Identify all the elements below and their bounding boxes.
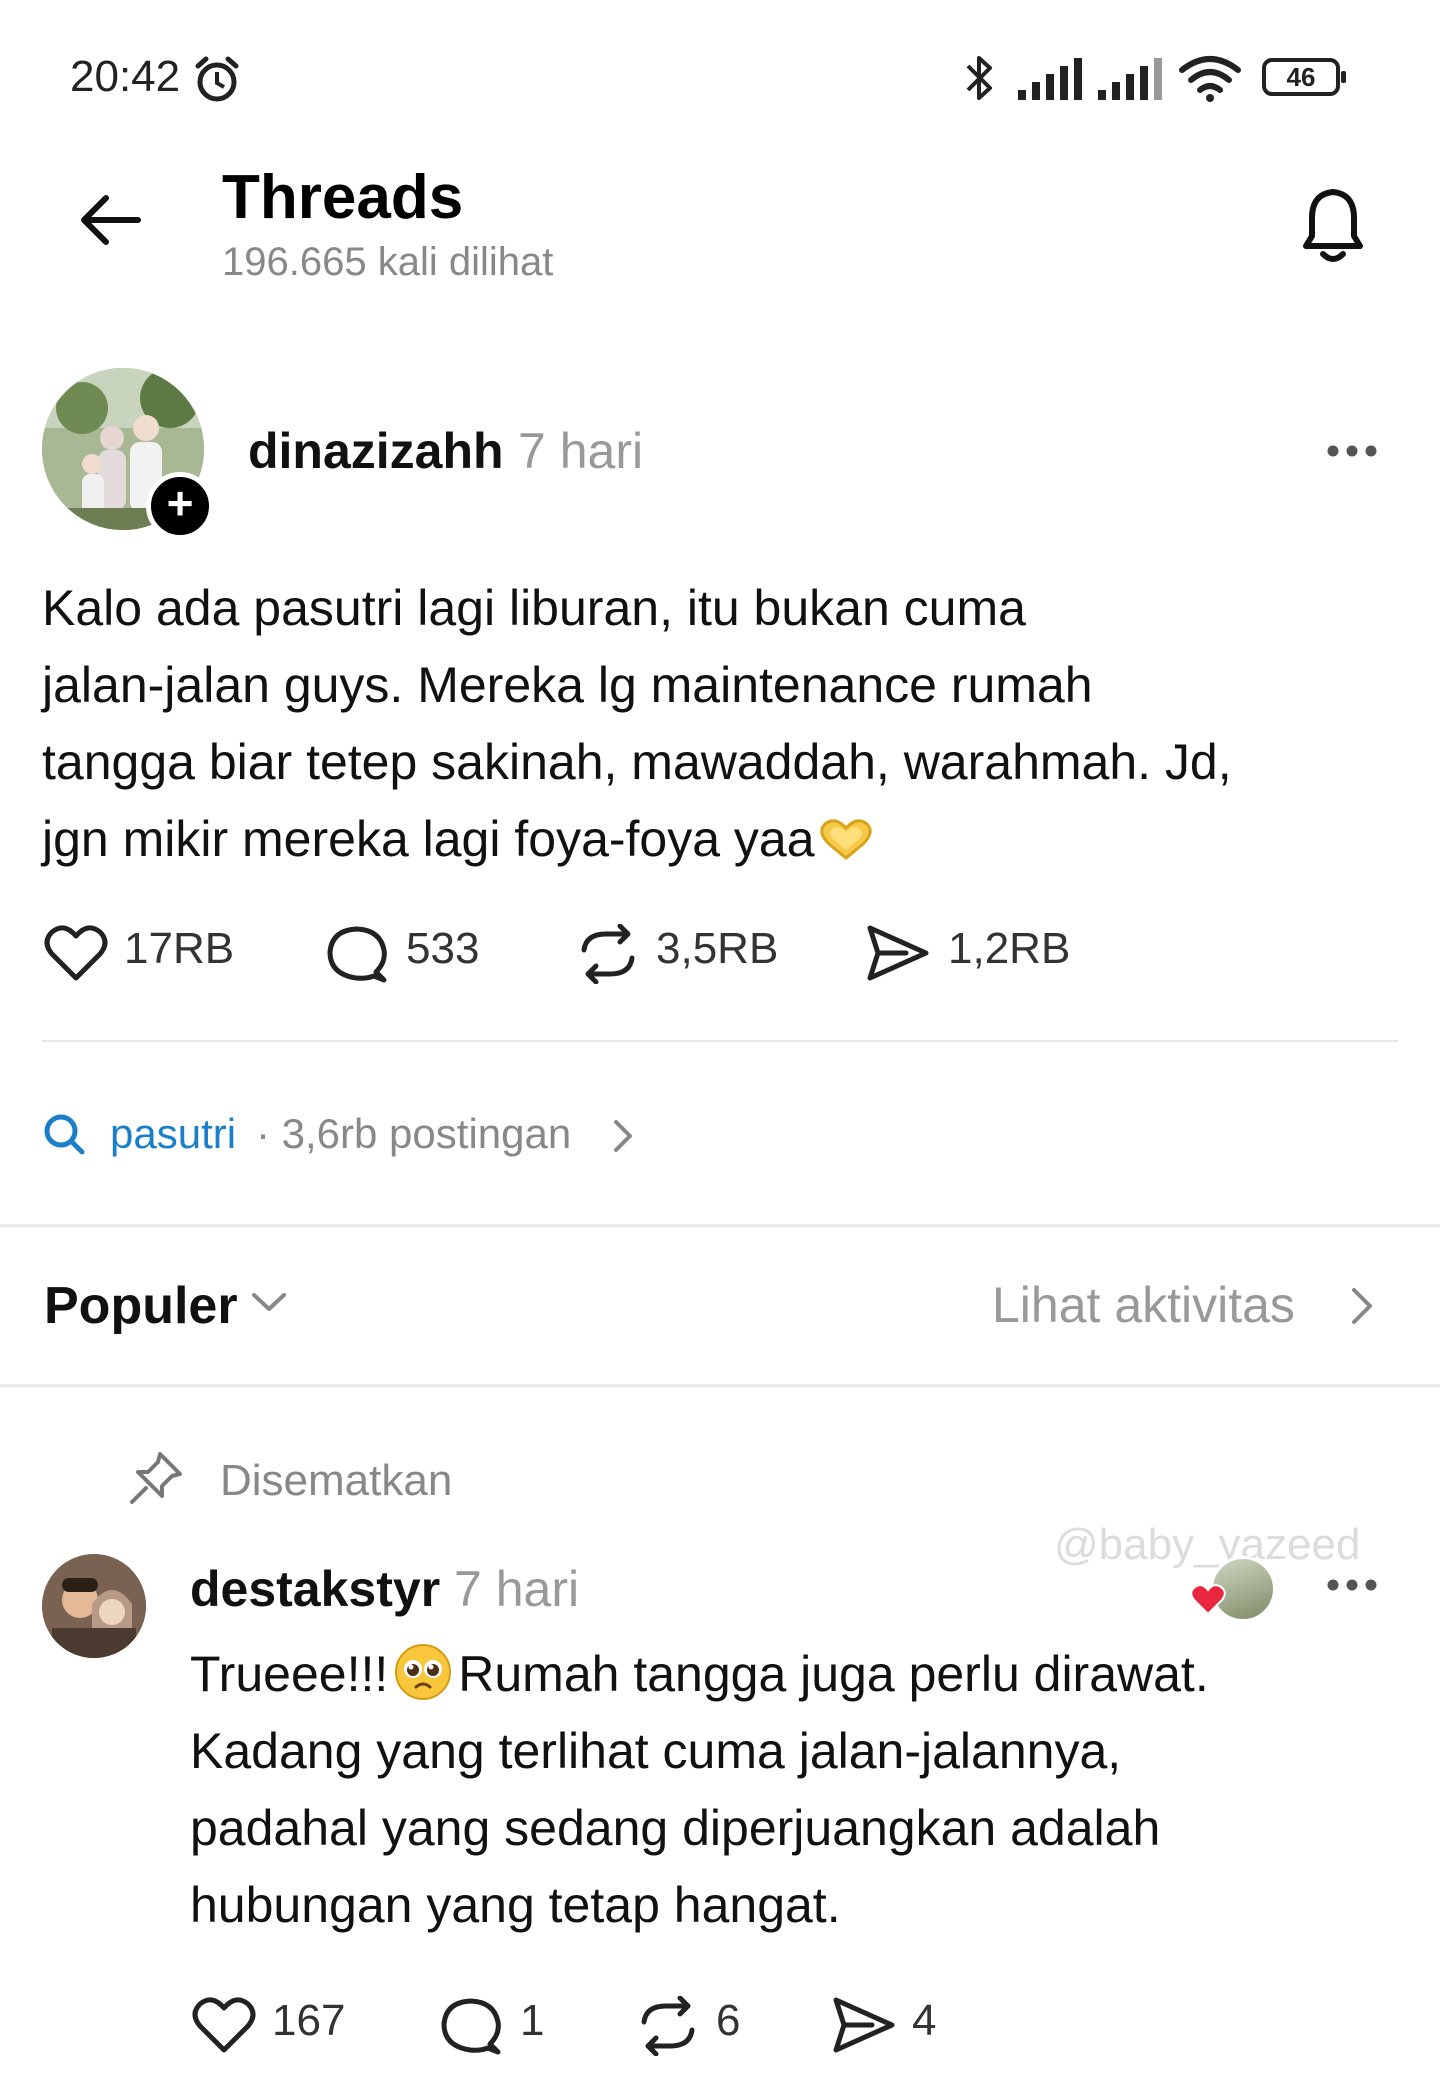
- post-text-line: jalan-jalan guys. Mereka lg maintenance …: [42, 657, 1093, 713]
- comment-repost-count: 6: [716, 1996, 741, 2045]
- comment-username[interactable]: destakstyr: [190, 1560, 440, 1618]
- repost-count: 3,5RB: [656, 924, 779, 973]
- chevron-right-icon[interactable]: [1350, 1286, 1374, 1326]
- comment-share-count: 4: [912, 1996, 937, 2045]
- share-send-icon[interactable]: [832, 1996, 896, 2054]
- commenter-avatar[interactable]: [42, 1554, 146, 1658]
- comment-text-line: Rumah tangga juga perlu dirawat.: [458, 1646, 1209, 1702]
- reply-bubble-icon[interactable]: [326, 924, 388, 984]
- liked-heart-icon: [1190, 1584, 1226, 1616]
- status-time: 20:42: [70, 52, 181, 101]
- reply-count: 533: [406, 924, 480, 973]
- post-username[interactable]: dinazizahh: [248, 422, 504, 480]
- topic-tag-link[interactable]: pasutri: [110, 1110, 236, 1158]
- comment-text: Trueee!!! Rumah tangga juga perlu dirawat…: [190, 1636, 1410, 1944]
- divider: [42, 1040, 1398, 1042]
- sort-dropdown[interactable]: Populer: [44, 1276, 238, 1336]
- section-divider: [0, 1384, 1440, 1387]
- section-divider: [0, 1224, 1440, 1227]
- post-text-line: Kalo ada pasutri lagi liburan, itu bukan…: [42, 580, 1026, 636]
- watermark: @baby_yazeed: [1054, 1520, 1361, 1569]
- pin-icon: [126, 1450, 184, 1508]
- like-count: 17RB: [124, 924, 235, 973]
- view-activity-link[interactable]: Lihat aktivitas: [992, 1276, 1295, 1334]
- bell-icon[interactable]: [1296, 184, 1370, 268]
- comment-text-line: Kadang yang terlihat cuma jalan-jalannya…: [190, 1723, 1122, 1779]
- signal-icon: [1016, 58, 1082, 100]
- comment-text-line: padahal yang sedang diperjuangkan adalah: [190, 1800, 1161, 1856]
- like-heart-icon[interactable]: [192, 1996, 256, 2054]
- more-options-icon[interactable]: [1326, 1578, 1378, 1592]
- post-text: Kalo ada pasutri lagi liburan, itu bukan…: [42, 570, 1382, 878]
- chevron-down-icon[interactable]: [250, 1290, 288, 1314]
- repost-icon[interactable]: [576, 924, 640, 984]
- follow-plus-button[interactable]: +: [146, 472, 214, 540]
- alarm-icon: [192, 54, 242, 104]
- chevron-right-icon[interactable]: [612, 1118, 634, 1154]
- heart-hands-emoji: [815, 814, 877, 860]
- back-arrow-icon[interactable]: [78, 192, 142, 248]
- view-count: 196.665 kali dilihat: [222, 240, 554, 284]
- page-title: Threads: [222, 163, 464, 232]
- repost-icon[interactable]: [636, 1996, 700, 2056]
- topic-post-count: · 3,6rb postingan: [256, 1110, 572, 1157]
- share-send-icon[interactable]: [866, 924, 930, 982]
- comment-reply-count: 1: [520, 1996, 545, 2045]
- more-options-icon[interactable]: [1326, 444, 1378, 458]
- signal-icon: [1096, 58, 1162, 100]
- search-icon: [42, 1112, 86, 1156]
- post-time: 7 hari: [518, 423, 644, 479]
- wifi-icon: [1178, 54, 1242, 102]
- pinned-label: Disematkan: [220, 1456, 453, 1505]
- post-text-line: jgn mikir mereka lagi foya-foya yaa: [42, 811, 815, 867]
- comment-prefix: Trueee!!!: [190, 1646, 389, 1702]
- share-count: 1,2RB: [948, 924, 1071, 973]
- comment-time: 7 hari: [454, 1561, 580, 1617]
- pleading-face-emoji: [394, 1643, 452, 1701]
- reply-bubble-icon[interactable]: [440, 1996, 502, 2056]
- post-text-line: tangga biar tetep sakinah, mawaddah, war…: [42, 734, 1232, 790]
- comment-text-line: hubungan yang tetap hangat.: [190, 1877, 841, 1933]
- like-heart-icon[interactable]: [44, 924, 108, 982]
- bluetooth-icon: [962, 52, 998, 104]
- battery-icon: 46: [1262, 58, 1346, 96]
- comment-like-count: 167: [272, 1996, 346, 2045]
